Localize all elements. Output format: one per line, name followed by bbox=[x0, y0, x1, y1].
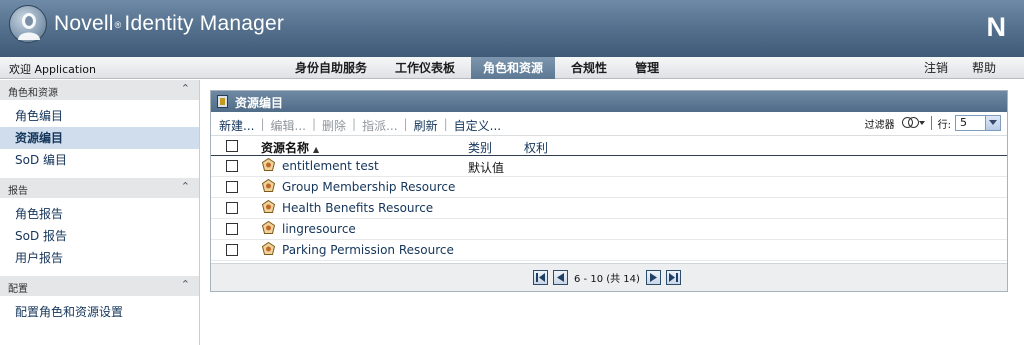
row-checkbox[interactable] bbox=[226, 202, 238, 214]
last-page-icon[interactable] bbox=[665, 270, 681, 285]
section-title: 配置 bbox=[8, 284, 28, 295]
catalog-book-icon bbox=[217, 95, 228, 108]
rows-label: 行: bbox=[937, 119, 951, 131]
separator: | bbox=[352, 117, 357, 131]
edit-button[interactable]: 编辑... bbox=[271, 117, 306, 134]
tab-identity-self-service[interactable]: 身份自助服务 bbox=[283, 57, 379, 79]
resource-icon bbox=[262, 179, 275, 192]
delete-button[interactable]: 删除 bbox=[322, 117, 346, 134]
assign-button[interactable]: 指派... bbox=[362, 117, 397, 134]
sidebar-section-header-roles-resources[interactable]: 角色和资源 ⌃ bbox=[0, 80, 199, 100]
resource-icon bbox=[262, 158, 275, 171]
resource-name-link[interactable]: Parking Permission Resource bbox=[282, 243, 454, 257]
first-page-icon[interactable] bbox=[533, 270, 548, 285]
logout-link[interactable]: 注销 bbox=[924, 57, 948, 79]
table-row: Health Benefits Resource bbox=[211, 198, 1007, 219]
row-checkbox[interactable] bbox=[226, 223, 238, 235]
tab-compliance[interactable]: 合规性 bbox=[559, 57, 619, 79]
tab-work-dashboard[interactable]: 工作仪表板 bbox=[383, 57, 467, 79]
resource-name-link[interactable]: Health Benefits Resource bbox=[282, 201, 433, 215]
sidebar: 角色和资源 ⌃ 角色编目 资源编目 SoD 编目 报告 ⌃ 角色报告 SoD 报… bbox=[0, 80, 200, 345]
panel-toolbar: 新建... | 编辑... | 删除 | 指派... | 刷新 | 自定义...… bbox=[211, 112, 1007, 136]
panel-header: 资源编目 bbox=[211, 91, 1007, 112]
resource-name-link[interactable]: entitlement test bbox=[282, 159, 379, 173]
column-header-category[interactable]: 类别 bbox=[468, 139, 492, 156]
resource-catalog-panel: 资源编目 新建... | 编辑... | 删除 | 指派... | 刷新 | 自… bbox=[210, 90, 1008, 292]
refresh-button[interactable]: 刷新 bbox=[414, 117, 438, 134]
sidebar-item-resource-catalog[interactable]: 资源编目 bbox=[0, 127, 199, 149]
panel-title: 资源编目 bbox=[235, 96, 284, 110]
separator: | bbox=[403, 117, 408, 131]
brand-name: Novell bbox=[54, 12, 114, 35]
sidebar-item-role-catalog[interactable]: 角色编目 bbox=[0, 105, 199, 127]
welcome-text: 欢迎 Application bbox=[9, 63, 96, 76]
table-row: entitlement test 默认值 bbox=[211, 156, 1007, 177]
separator: | bbox=[443, 117, 448, 131]
resource-icon bbox=[262, 200, 275, 213]
rows-per-page-value: 5 bbox=[960, 116, 967, 129]
novell-n-logo-icon: N bbox=[986, 12, 1007, 42]
sidebar-item-sod-report[interactable]: SoD 报告 bbox=[0, 225, 199, 247]
sidebar-item-role-report[interactable]: 角色报告 bbox=[0, 203, 199, 225]
table-header: 资源名称 ▲ 类别 权利 bbox=[211, 136, 1007, 156]
sidebar-item-sod-catalog[interactable]: SoD 编目 bbox=[0, 149, 199, 171]
row-checkbox[interactable] bbox=[226, 244, 238, 256]
table-row: Group Membership Resource bbox=[211, 177, 1007, 198]
column-header-label: 资源名称 bbox=[261, 141, 310, 155]
sidebar-section-header-reports[interactable]: 报告 ⌃ bbox=[0, 178, 199, 198]
top-nav-bar: 欢迎 Application 身份自助服务 工作仪表板 角色和资源 合规性 管理… bbox=[0, 57, 1024, 79]
column-header-rights[interactable]: 权利 bbox=[524, 139, 548, 156]
nav-right-links: 注销 帮助 bbox=[900, 57, 996, 79]
section-title: 角色和资源 bbox=[8, 88, 58, 99]
app-header: Novell® Identity Manager N bbox=[0, 0, 1024, 57]
table-row: Parking Permission Resource bbox=[211, 240, 1007, 261]
new-button[interactable]: 新建... bbox=[219, 117, 254, 134]
resource-icon bbox=[262, 221, 275, 234]
resource-name-link[interactable]: Group Membership Resource bbox=[282, 180, 455, 194]
filter-label: 过滤器 bbox=[864, 119, 895, 131]
resource-category: 默认值 bbox=[468, 161, 505, 175]
sidebar-item-configure-roles-resources[interactable]: 配置角色和资源设置 bbox=[0, 301, 199, 323]
collapse-icon[interactable]: ⌃ bbox=[181, 180, 190, 193]
next-page-icon[interactable] bbox=[645, 270, 661, 285]
divider bbox=[930, 116, 932, 130]
novell-logo-icon bbox=[9, 5, 47, 43]
column-header-resource-name[interactable]: 资源名称 ▲ bbox=[261, 139, 319, 156]
sidebar-section-header-configuration[interactable]: 配置 ⌃ bbox=[0, 276, 199, 296]
separator: | bbox=[260, 117, 265, 131]
section-title: 报告 bbox=[8, 186, 28, 197]
filter-icon[interactable] bbox=[901, 115, 925, 131]
select-all-checkbox[interactable] bbox=[226, 140, 238, 152]
separator: | bbox=[311, 117, 316, 131]
collapse-icon[interactable]: ⌃ bbox=[181, 82, 190, 95]
customize-button[interactable]: 自定义... bbox=[454, 117, 501, 134]
row-checkbox[interactable] bbox=[226, 181, 238, 193]
sidebar-item-user-report[interactable]: 用户报告 bbox=[0, 247, 199, 269]
app-title: Novell® Identity Manager bbox=[54, 12, 285, 35]
rows-per-page-select[interactable]: 5 bbox=[955, 115, 1001, 131]
collapse-icon[interactable]: ⌃ bbox=[181, 278, 190, 291]
sort-ascending-icon[interactable]: ▲ bbox=[313, 145, 319, 154]
previous-page-icon[interactable] bbox=[553, 270, 568, 285]
main-tabs: 身份自助服务 工作仪表板 角色和资源 合规性 管理 bbox=[283, 57, 675, 79]
resource-icon bbox=[262, 242, 275, 255]
resource-name-link[interactable]: lingresource bbox=[282, 222, 356, 236]
table-row: lingresource bbox=[211, 219, 1007, 240]
chevron-down-icon[interactable] bbox=[985, 116, 1000, 130]
pagination-info: 6 - 10 (共 14) bbox=[574, 274, 640, 285]
tab-roles-and-resources[interactable]: 角色和资源 bbox=[471, 57, 556, 79]
tab-administration[interactable]: 管理 bbox=[623, 57, 671, 79]
row-checkbox[interactable] bbox=[226, 160, 238, 172]
product-name: Identity Manager bbox=[124, 12, 285, 35]
pagination-bar: 6 - 10 (共 14) bbox=[211, 263, 1007, 291]
help-link[interactable]: 帮助 bbox=[972, 57, 996, 79]
